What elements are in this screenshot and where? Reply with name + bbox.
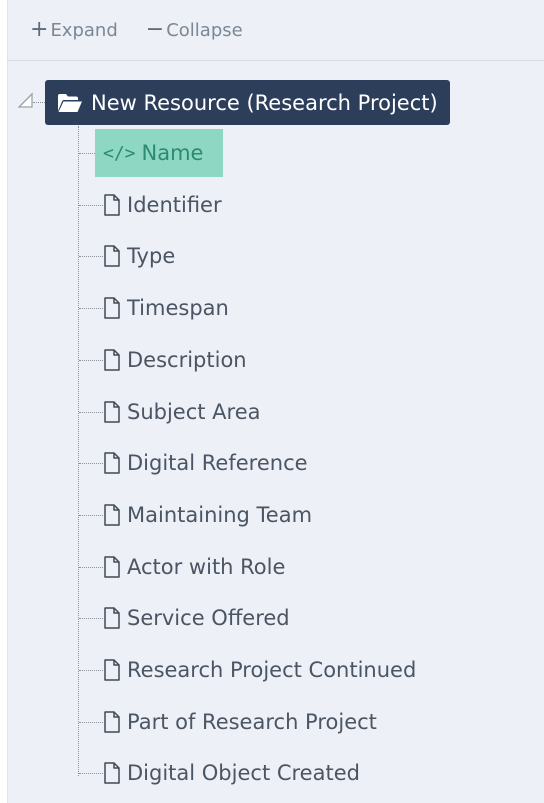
tree-item[interactable]: Description: [103, 340, 247, 380]
collapse-toggle-icon[interactable]: [17, 90, 37, 110]
file-icon: [104, 659, 120, 681]
file-icon: [104, 452, 120, 474]
tree-connector-line: [79, 515, 103, 516]
tree-item-label: Digital Object Created: [127, 761, 360, 785]
tree-item-label: Research Project Continued: [127, 658, 417, 682]
file-icon: [104, 297, 120, 319]
tree-connector-line: [79, 618, 103, 619]
tree-item-label: Description: [127, 348, 247, 372]
tree-item[interactable]: Actor with Role: [103, 547, 285, 587]
tree-item[interactable]: </> Name: [95, 129, 224, 177]
folder-open-icon: [58, 93, 82, 112]
tree-item[interactable]: Service Offered: [103, 598, 290, 638]
tree-item[interactable]: Digital Reference: [103, 443, 308, 483]
tree-connector-line: [79, 773, 103, 774]
tree-connector-line: [79, 412, 103, 413]
tree-item-label: Service Offered: [127, 606, 290, 630]
tree-item-label: Timespan: [127, 296, 229, 320]
tree-connector-line: [79, 205, 103, 206]
file-icon: [104, 401, 120, 423]
tree-item-label: Part of Research Project: [127, 710, 377, 734]
tree-item[interactable]: Digital Object Created: [103, 753, 360, 793]
root-connector-line: [33, 102, 45, 103]
file-icon: [104, 762, 120, 784]
tree-connector-line: [79, 308, 103, 309]
tree-item-label: Type: [127, 244, 176, 268]
file-icon: [104, 349, 120, 371]
tree-item[interactable]: Timespan: [103, 288, 229, 328]
tree-item[interactable]: Subject Area: [103, 392, 261, 432]
file-icon: [104, 607, 120, 629]
tree-item[interactable]: Maintaining Team: [103, 495, 312, 535]
tree-item[interactable]: Type: [103, 236, 175, 276]
file-icon: [104, 556, 120, 578]
tree-connector-line: [79, 463, 103, 464]
file-icon: [104, 711, 120, 733]
tree-connector-line: [79, 567, 103, 568]
tree-item-label: Digital Reference: [127, 451, 308, 475]
file-icon: [104, 504, 120, 526]
file-icon: [104, 245, 120, 267]
tree-item-label: Maintaining Team: [127, 503, 313, 527]
tree-root-node[interactable]: New Resource (Research Project): [45, 80, 450, 125]
tree-guide-line: [78, 126, 79, 776]
tree-connector-line: [79, 722, 103, 723]
tree-connector-line: [79, 360, 103, 361]
tree-item-label: Actor with Role: [127, 555, 286, 579]
tree-item-label: Subject Area: [127, 400, 261, 424]
tree-item[interactable]: Research Project Continued: [103, 650, 416, 690]
tree-connector-line: [79, 670, 103, 671]
tree-item-label: Identifier: [127, 193, 222, 217]
file-icon: [104, 194, 120, 216]
tree-view: New Resource (Research Project) </> Name I…: [0, 0, 544, 803]
tree-root-label: New Resource (Research Project): [91, 90, 438, 115]
tree-item[interactable]: Identifier: [103, 185, 222, 225]
tree-item-label: Name: [141, 141, 204, 165]
code-icon: </>: [103, 142, 136, 164]
tree-item[interactable]: Part of Research Project: [103, 702, 377, 742]
tree-connector-line: [79, 256, 103, 257]
